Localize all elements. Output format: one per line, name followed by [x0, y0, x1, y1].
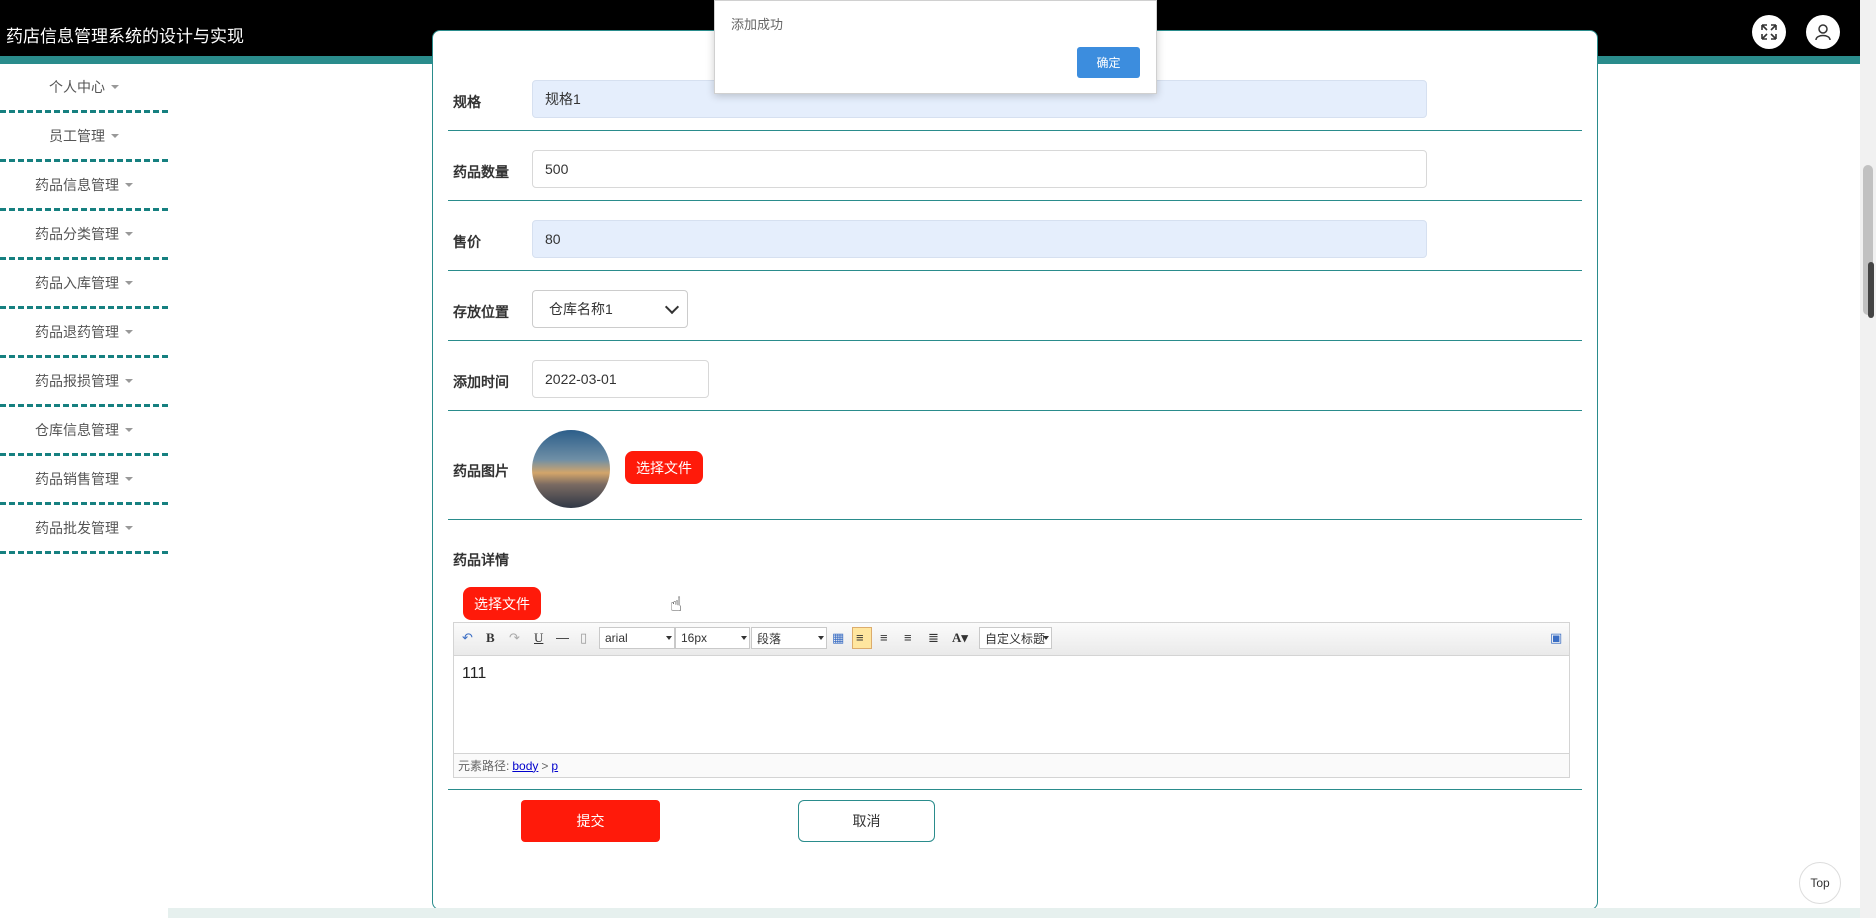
spec-label: 规格	[453, 94, 481, 110]
align-justify-icon[interactable]: ≣	[928, 630, 939, 646]
page-icon[interactable]: ▯	[580, 630, 587, 646]
caret-down-icon	[125, 232, 133, 236]
rich-text-editor: ↶ B ↷ U — ▯ arial 16px 段落 ▦ ≡ ≡ ≡ ≣ A▾ 自…	[453, 622, 1570, 778]
back-to-top-button[interactable]: Top	[1799, 862, 1841, 904]
horizontal-rule-icon[interactable]: —	[556, 630, 569, 645]
app-title: 药店信息管理系统的设计与实现	[6, 27, 244, 46]
sidebar-item-drug-wholesale[interactable]: 药品批发管理	[0, 505, 168, 554]
user-icon	[1815, 24, 1831, 41]
font-size-select[interactable]: 16px	[675, 627, 750, 649]
drug-image-preview	[532, 430, 610, 508]
underline-icon[interactable]: U	[534, 630, 543, 646]
add-time-label: 添加时间	[453, 374, 509, 390]
price-label: 售价	[453, 234, 481, 250]
caret-down-icon	[111, 85, 119, 89]
caret-down-icon	[125, 526, 133, 530]
location-label: 存放位置	[453, 304, 509, 320]
align-center-icon[interactable]: ≡	[904, 630, 912, 645]
paragraph-value: 段落	[757, 631, 782, 646]
sidebar: 个人中心 员工管理 药品信息管理 药品分类管理 药品入库管理 药品退药管理 药品…	[0, 64, 168, 554]
submit-button[interactable]: 提交	[521, 800, 660, 842]
table-icon[interactable]: ▦	[832, 630, 844, 646]
sidebar-item-label: 个人中心	[49, 79, 105, 95]
dropdown-arrow-icon	[1043, 636, 1049, 640]
font-size-value: 16px	[681, 631, 708, 645]
align-left-icon: ≡	[856, 630, 864, 645]
chevron-down-icon	[664, 299, 680, 315]
align-right-icon[interactable]: ≡	[880, 630, 888, 645]
sidebar-item-drug-info[interactable]: 药品信息管理	[0, 162, 168, 211]
sidebar-item-profile[interactable]: 个人中心	[0, 64, 168, 113]
sidebar-item-drug-return[interactable]: 药品退药管理	[0, 309, 168, 358]
caret-down-icon	[111, 134, 119, 138]
dropdown-arrow-icon	[666, 636, 672, 640]
user-menu-button[interactable]	[1806, 15, 1840, 49]
custom-title-value: 自定义标题	[985, 631, 1046, 646]
location-select[interactable]: 仓库名称1	[532, 290, 688, 328]
path-body-link[interactable]: body	[512, 759, 538, 773]
editor-content[interactable]: 111	[462, 665, 486, 683]
alert-dialog: 添加成功 确定	[714, 0, 1157, 94]
image-label: 药品图片	[453, 463, 509, 479]
sidebar-item-drug-damage[interactable]: 药品报损管理	[0, 358, 168, 407]
font-family-select[interactable]: arial	[599, 627, 675, 649]
add-time-input[interactable]: 2022-03-01	[532, 360, 709, 398]
redo-icon[interactable]: ↷	[509, 630, 520, 646]
dropdown-arrow-icon	[741, 636, 747, 640]
sidebar-item-label: 药品信息管理	[35, 177, 119, 193]
vertical-scrollbar[interactable]	[1860, 0, 1876, 918]
caret-down-icon	[125, 379, 133, 383]
location-select-value: 仓库名称1	[549, 301, 613, 317]
sidebar-item-label: 药品批发管理	[35, 520, 119, 536]
sidebar-item-drug-category[interactable]: 药品分类管理	[0, 211, 168, 260]
sidebar-item-warehouse[interactable]: 仓库信息管理	[0, 407, 168, 456]
html-source-icon[interactable]: ▣	[1550, 630, 1562, 646]
caret-down-icon	[125, 330, 133, 334]
caret-down-icon	[125, 477, 133, 481]
alert-message: 添加成功	[731, 17, 784, 32]
sidebar-item-staff[interactable]: 员工管理	[0, 113, 168, 162]
editor-status-bar: 元素路径: body > p	[454, 753, 1569, 777]
detail-label: 药品详情	[453, 552, 509, 568]
font-family-value: arial	[605, 631, 628, 645]
quantity-input[interactable]: 500	[532, 150, 1427, 188]
form-row-image	[448, 410, 1582, 520]
custom-title-select[interactable]: 自定义标题	[979, 627, 1052, 649]
bold-icon[interactable]: B	[486, 630, 495, 646]
alert-ok-button[interactable]: 确定	[1077, 47, 1140, 78]
sidebar-item-label: 药品销售管理	[35, 471, 119, 487]
element-path-label: 元素路径:	[458, 759, 510, 773]
dropdown-arrow-icon	[818, 636, 824, 640]
expand-icon	[1761, 24, 1777, 40]
path-p-link[interactable]: p	[551, 759, 558, 773]
sidebar-item-label: 员工管理	[49, 128, 105, 144]
sidebar-item-drug-stock-in[interactable]: 药品入库管理	[0, 260, 168, 309]
price-input[interactable]: 80	[532, 220, 1427, 258]
editor-toolbar: ↶ B ↷ U — ▯ arial 16px 段落 ▦ ≡ ≡ ≡ ≣ A▾ 自…	[454, 623, 1569, 656]
horizontal-scrollbar[interactable]	[168, 908, 1860, 918]
sidebar-item-label: 仓库信息管理	[35, 422, 119, 438]
caret-down-icon	[125, 281, 133, 285]
paragraph-select[interactable]: 段落	[751, 627, 827, 649]
fullscreen-button[interactable]	[1752, 15, 1786, 49]
undo-icon[interactable]: ↶	[462, 630, 473, 646]
detail-upload-button[interactable]: 选择文件	[463, 587, 541, 620]
image-upload-button[interactable]: 选择文件	[625, 451, 703, 484]
cancel-button[interactable]: 取消	[798, 800, 935, 842]
scrollbar-thumb-indicator	[1868, 262, 1874, 318]
caret-down-icon	[125, 428, 133, 432]
sidebar-item-label: 药品分类管理	[35, 226, 119, 242]
font-color-icon[interactable]: A▾	[952, 630, 968, 646]
path-separator: >	[541, 758, 549, 773]
sidebar-item-label: 药品退药管理	[35, 324, 119, 340]
sidebar-item-label: 药品报损管理	[35, 373, 119, 389]
quantity-label: 药品数量	[453, 164, 509, 180]
sidebar-item-label: 药品入库管理	[35, 275, 119, 291]
sidebar-item-drug-sales[interactable]: 药品销售管理	[0, 456, 168, 505]
hand-cursor-icon: ☝	[670, 594, 683, 616]
caret-down-icon	[125, 183, 133, 187]
